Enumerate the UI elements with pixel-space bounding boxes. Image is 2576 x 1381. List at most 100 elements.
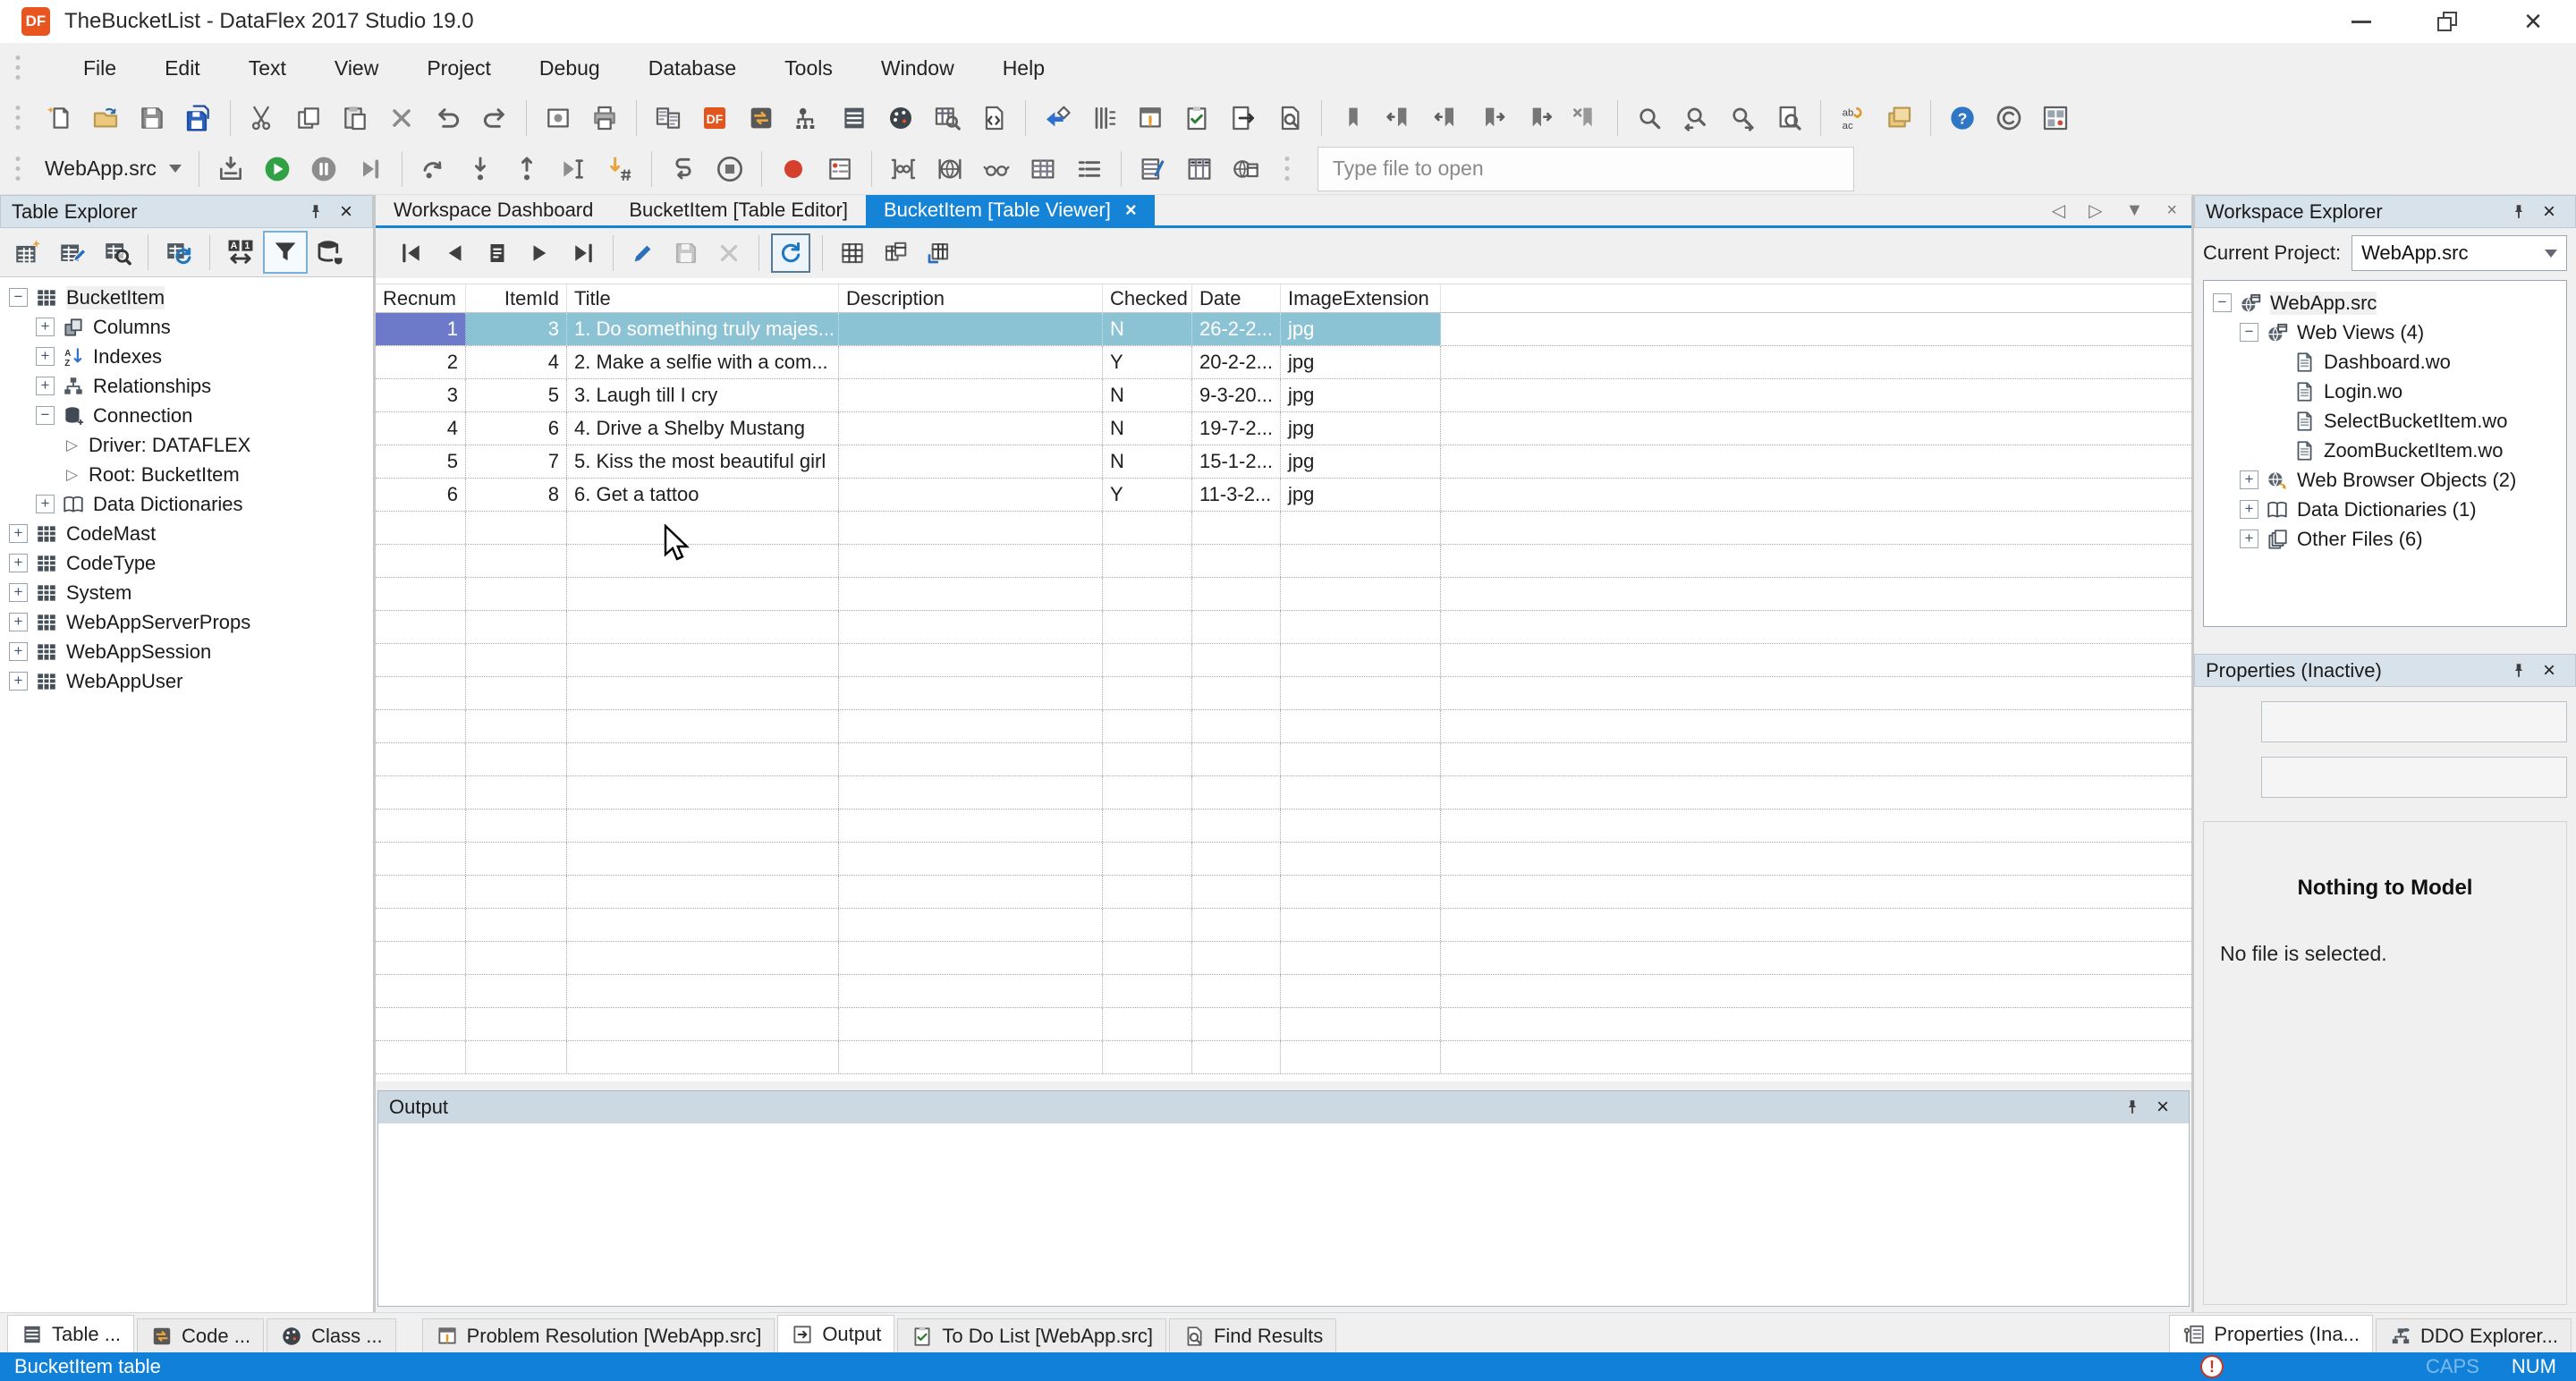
save-row-button[interactable]	[665, 232, 708, 275]
breakpoint-list-button[interactable]	[817, 148, 863, 191]
workspace-explorer-node[interactable]: −Web Views (4)	[2204, 318, 2566, 347]
properties-object-select[interactable]	[2261, 701, 2567, 742]
workspace-explorer-node[interactable]: +Web Browser Objects (2)	[2204, 465, 2566, 495]
show-grid-button[interactable]	[831, 232, 874, 275]
grid-cell[interactable]	[1192, 776, 1281, 809]
collapse-icon[interactable]: −	[36, 406, 55, 425]
grid-cell[interactable]	[1281, 1041, 1441, 1073]
grid-cell[interactable]	[1281, 1008, 1441, 1040]
grid-cell[interactable]: 19-7-2...	[1192, 412, 1281, 445]
grid-cell[interactable]	[839, 843, 1103, 875]
quick-watch-button[interactable]	[927, 148, 973, 191]
find-button[interactable]	[1626, 97, 1673, 140]
save-button[interactable]	[129, 97, 175, 140]
grid-cell[interactable]: Y	[1103, 346, 1192, 378]
grid-data-row[interactable]: 464. Drive a Shelby MustangN19-7-2...jpg	[376, 412, 2191, 445]
close-panel-button[interactable]: ×	[2148, 1094, 2178, 1121]
new-file-button[interactable]	[36, 97, 82, 140]
grid-cell[interactable]	[376, 809, 466, 842]
grid-cell[interactable]	[1192, 710, 1281, 742]
grid-empty-row[interactable]	[376, 843, 2191, 876]
menu-tools[interactable]: Tools	[760, 43, 857, 93]
grid-cell[interactable]	[1281, 743, 1441, 775]
expand-icon[interactable]: +	[2240, 500, 2258, 519]
table-explorer-node[interactable]: ▷Driver: DATAFLEX	[0, 430, 373, 460]
bookmark-toggle-button[interactable]	[1330, 97, 1377, 140]
grid-cell[interactable]	[1192, 611, 1281, 643]
grid-cell[interactable]	[1281, 545, 1441, 577]
grid-cell[interactable]	[376, 942, 466, 974]
editor-tab[interactable]: BucketItem [Table Editor]	[611, 195, 866, 225]
grid-cell[interactable]: jpg	[1281, 346, 1441, 378]
find-prev-button[interactable]	[1673, 97, 1719, 140]
next-record-button[interactable]	[519, 232, 562, 275]
grid-cell[interactable]	[376, 545, 466, 577]
paste-button[interactable]	[332, 97, 378, 140]
dock-tab[interactable]: Code ...	[137, 1318, 264, 1352]
dock-tab[interactable]: Class ...	[267, 1318, 395, 1352]
properties-class-select[interactable]	[2261, 757, 2567, 798]
expand-icon[interactable]: +	[2240, 470, 2258, 489]
grid-cell[interactable]: jpg	[1281, 479, 1441, 511]
grid-cell[interactable]	[839, 710, 1103, 742]
grid-cell[interactable]	[376, 644, 466, 676]
grid-empty-row[interactable]	[376, 743, 2191, 776]
grid-cell[interactable]	[1192, 942, 1281, 974]
edit-row-button[interactable]	[622, 232, 665, 275]
grid-cell[interactable]: 11-3-2...	[1192, 479, 1281, 511]
grid-cell[interactable]: 1. Do something truly majes...	[567, 313, 839, 345]
project-selector[interactable]: WebApp.src	[36, 149, 191, 189]
grid-cell[interactable]	[1192, 909, 1281, 941]
grid-data-row[interactable]: 353. Laugh till I cryN9-3-20...jpg	[376, 379, 2191, 412]
grid-empty-row[interactable]	[376, 1041, 2191, 1074]
new-table-button[interactable]	[5, 231, 50, 274]
grid-cell[interactable]: N	[1103, 445, 1192, 478]
grid-cell[interactable]	[1103, 578, 1192, 610]
pin-panel-button[interactable]	[2117, 1094, 2148, 1121]
expand-icon[interactable]: +	[9, 554, 28, 572]
column-header-title[interactable]: Title	[567, 284, 839, 312]
class-palette-button[interactable]	[877, 97, 924, 140]
help-button[interactable]: ?	[1939, 97, 1986, 140]
grid-cell[interactable]	[567, 611, 839, 643]
grid-cell[interactable]	[1281, 942, 1441, 974]
call-stack-button[interactable]	[1066, 148, 1113, 191]
grid-cell[interactable]: 9-3-20...	[1192, 379, 1281, 411]
expand-icon[interactable]: +	[36, 495, 55, 513]
grid-cell[interactable]: 4	[376, 412, 466, 445]
grid-cell[interactable]	[1103, 909, 1192, 941]
editor-tab[interactable]: BucketItem [Table Viewer]×	[866, 195, 1155, 225]
grid-empty-row[interactable]	[376, 909, 2191, 942]
grid-cell[interactable]	[376, 843, 466, 875]
workspace-explorer-node[interactable]: +Data Dictionaries (1)	[2204, 495, 2566, 524]
grid-cell[interactable]	[466, 545, 567, 577]
pin-panel-button[interactable]	[301, 199, 331, 225]
grid-cell[interactable]	[839, 743, 1103, 775]
grid-empty-row[interactable]	[376, 975, 2191, 1008]
grid-cell[interactable]	[1192, 578, 1281, 610]
grid-cell[interactable]: 5	[466, 379, 567, 411]
grid-cell[interactable]	[1192, 677, 1281, 709]
workspace-explorer-node[interactable]: −WebApp.src	[2204, 288, 2566, 318]
redo-button[interactable]	[471, 97, 518, 140]
grid-cell[interactable]	[1192, 809, 1281, 842]
grid-cell[interactable]: jpg	[1281, 379, 1441, 411]
grid-cell[interactable]	[1192, 975, 1281, 1007]
undo-button[interactable]	[425, 97, 471, 140]
grid-empty-row[interactable]	[376, 545, 2191, 578]
grid-data-row[interactable]: 131. Do something truly majes...N26-2-2.…	[376, 313, 2191, 346]
grid-cell[interactable]	[376, 975, 466, 1007]
dashboard-tiles-button[interactable]	[2032, 97, 2079, 140]
grid-cell[interactable]	[376, 909, 466, 941]
table-explorer-node[interactable]: +Columns	[0, 312, 373, 342]
grid-empty-row[interactable]	[376, 512, 2191, 545]
step-into-button[interactable]	[457, 148, 504, 191]
menu-help[interactable]: Help	[979, 43, 1069, 93]
grid-cell[interactable]: 6. Get a tattoo	[567, 479, 839, 511]
grid-cell[interactable]	[1281, 909, 1441, 941]
column-header-checked[interactable]: Checked	[1103, 284, 1192, 312]
refresh-tables-button[interactable]	[157, 231, 201, 274]
column-header-date[interactable]: Date	[1192, 284, 1281, 312]
table-list-button[interactable]	[831, 97, 877, 140]
current-project-select[interactable]: WebApp.src	[2351, 235, 2567, 271]
